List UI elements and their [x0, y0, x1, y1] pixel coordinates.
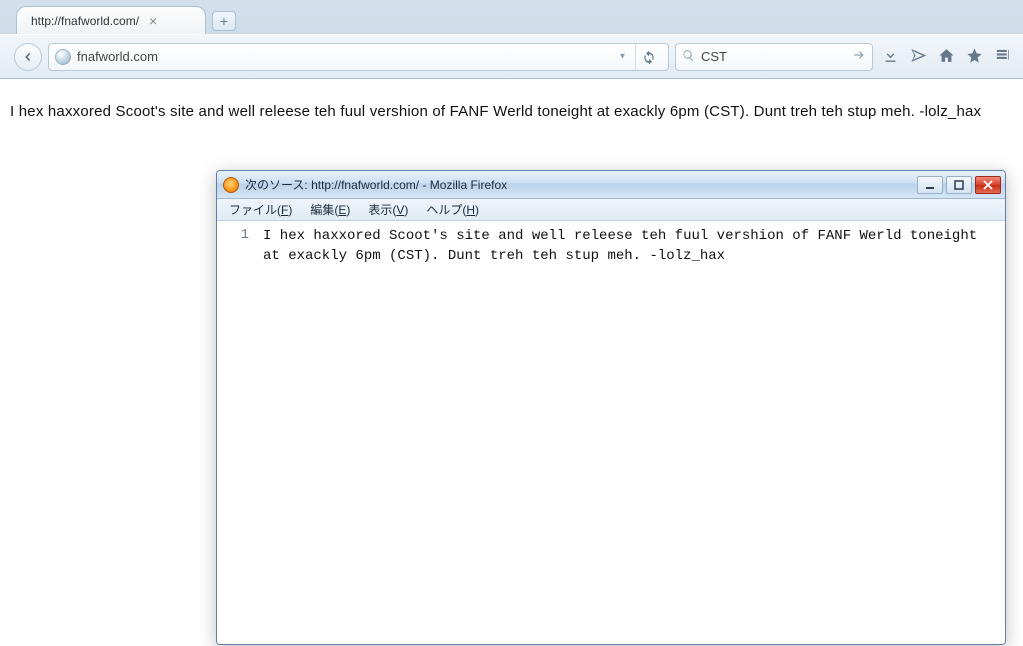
source-window-title: 次のソース: http://fnafworld.com/ - Mozilla F… — [245, 176, 911, 193]
menu-help[interactable]: ヘルプ(H) — [418, 199, 487, 220]
active-tab[interactable]: http://fnafworld.com/ × — [16, 6, 206, 34]
window-controls — [917, 176, 1001, 194]
line-number-gutter: 1 — [217, 221, 257, 644]
url-history-dropdown-icon[interactable]: ▾ — [616, 51, 629, 62]
bookmark-button[interactable] — [963, 47, 985, 67]
maximize-button[interactable] — [946, 176, 972, 194]
source-titlebar[interactable]: 次のソース: http://fnafworld.com/ - Mozilla F… — [217, 171, 1005, 199]
page-body-text: I hex haxxored Scoot's site and well rel… — [10, 103, 1013, 120]
reload-button[interactable] — [635, 44, 662, 70]
back-icon — [21, 50, 35, 64]
browser-chrome: http://fnafworld.com/ × + fnafworld.com … — [0, 0, 1023, 79]
menu-edit[interactable]: 編集(E) — [302, 199, 358, 220]
list-icon — [994, 47, 1011, 64]
firefox-icon — [223, 177, 239, 193]
globe-icon — [55, 49, 71, 65]
close-icon — [983, 180, 993, 190]
home-icon — [938, 47, 955, 64]
new-tab-button[interactable]: + — [212, 11, 236, 31]
menu-view[interactable]: 表示(V) — [360, 199, 416, 220]
search-text: CST — [701, 49, 846, 64]
back-button[interactable] — [14, 43, 42, 71]
tab-strip: http://fnafworld.com/ × + — [0, 0, 1023, 34]
library-button[interactable] — [991, 47, 1013, 67]
star-icon — [966, 47, 983, 64]
minimize-icon — [925, 180, 935, 190]
line-number: 1 — [217, 227, 249, 243]
search-bar[interactable]: CST — [675, 43, 873, 71]
source-text: I hex haxxored Scoot's site and well rel… — [257, 221, 1005, 644]
maximize-icon — [954, 180, 964, 190]
source-menubar: ファイル(F) 編集(E) 表示(V) ヘルプ(H) — [217, 199, 1005, 221]
close-tab-icon[interactable]: × — [147, 14, 159, 28]
close-window-button[interactable] — [975, 176, 1001, 194]
send-icon — [910, 47, 927, 64]
url-text: fnafworld.com — [77, 49, 610, 64]
send-button[interactable] — [907, 47, 929, 67]
minimize-button[interactable] — [917, 176, 943, 194]
reload-icon — [642, 50, 656, 64]
search-icon — [682, 49, 695, 65]
download-icon — [882, 47, 899, 64]
url-bar[interactable]: fnafworld.com ▾ — [48, 43, 669, 71]
tab-title: http://fnafworld.com/ — [31, 14, 139, 28]
view-source-window: 次のソース: http://fnafworld.com/ - Mozilla F… — [216, 170, 1006, 645]
toolbar: fnafworld.com ▾ CST — [0, 34, 1023, 78]
downloads-button[interactable] — [879, 47, 901, 67]
source-body[interactable]: 1 I hex haxxored Scoot's site and well r… — [217, 221, 1005, 644]
home-button[interactable] — [935, 47, 957, 67]
menu-file[interactable]: ファイル(F) — [221, 199, 300, 220]
search-go-icon[interactable] — [852, 48, 866, 65]
